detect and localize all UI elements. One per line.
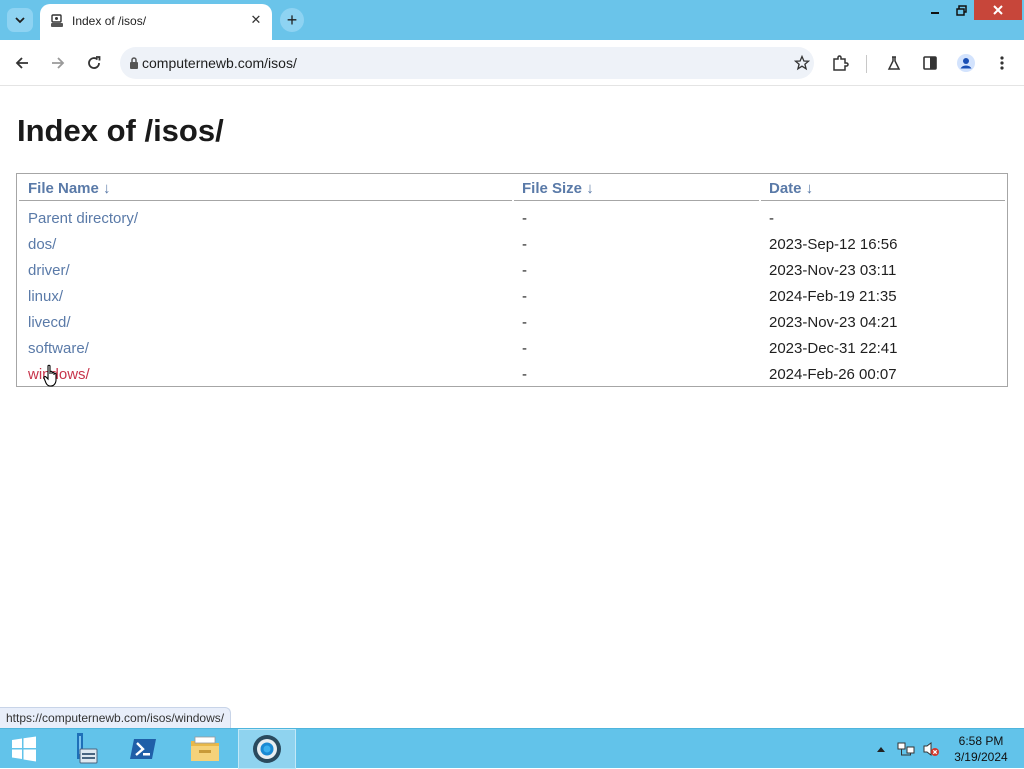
directory-link-software[interactable]: software/ <box>28 340 89 357</box>
close-icon[interactable]: ✕ <box>248 12 264 28</box>
reload-icon[interactable] <box>82 51 106 75</box>
file-size: - <box>522 313 527 331</box>
address-bar[interactable]: computernewb.com/isos/ <box>120 47 814 79</box>
file-date: 2023-Nov-23 03:11 <box>769 261 897 279</box>
clock-date: 3/19/2024 <box>954 750 1008 764</box>
table-row: driver/ - 2023-Nov-23 03:11 <box>19 257 1005 283</box>
file-explorer-icon[interactable] <box>176 729 234 769</box>
profile-icon[interactable] <box>954 51 978 75</box>
star-icon[interactable] <box>794 55 810 71</box>
window-close-icon[interactable] <box>974 0 1022 20</box>
labs-icon[interactable] <box>882 51 906 75</box>
file-size: - <box>522 235 527 253</box>
file-size: - <box>522 287 527 305</box>
directory-link-dos[interactable]: dos/ <box>28 236 56 253</box>
tab-strip: Index of /isos/ ✕ + <box>0 0 1024 40</box>
chrome-icon[interactable] <box>238 729 296 769</box>
plus-icon[interactable]: + <box>280 8 304 32</box>
hand-cursor-icon <box>43 364 57 387</box>
file-size: - <box>522 339 527 357</box>
sort-by-date-link[interactable]: Date ↓ <box>769 180 813 197</box>
minimize-icon[interactable] <box>922 0 948 20</box>
lock-icon[interactable] <box>128 56 140 70</box>
table-row: software/ - 2023-Dec-31 22:41 <box>19 335 1005 361</box>
table-row: dos/ - 2023-Sep-12 16:56 <box>19 231 1005 257</box>
tab-active[interactable]: Index of /isos/ ✕ <box>40 4 272 40</box>
directory-link-driver[interactable]: driver/ <box>28 262 70 279</box>
side-panel-icon[interactable] <box>918 51 942 75</box>
page-title: Index of /isos/ <box>17 113 224 148</box>
back-icon[interactable] <box>10 51 34 75</box>
column-header-file-name[interactable]: File Name ↓ <box>19 176 512 201</box>
tab-title: Index of /isos/ <box>72 14 147 28</box>
column-header-file-size[interactable]: File Size ↓ <box>514 176 759 201</box>
file-size: - <box>522 261 527 279</box>
server-manager-icon[interactable] <box>52 729 110 769</box>
parent-directory-link[interactable]: Parent directory/ <box>28 210 138 227</box>
table-row: linux/ - 2024-Feb-19 21:35 <box>19 283 1005 309</box>
tab-search-icon[interactable] <box>7 8 33 32</box>
link-status-bubble: https://computernewb.com/isos/windows/ <box>0 707 232 728</box>
tray-overflow-icon[interactable] <box>874 729 888 769</box>
browser-toolbar: computernewb.com/isos/ <box>0 40 1024 86</box>
clock-time: 6:58 PM <box>958 734 1004 748</box>
forward-icon[interactable] <box>46 51 70 75</box>
file-listing: File Name ↓ File Size ↓ Date ↓ Parent di… <box>16 173 1008 387</box>
sort-by-size-link[interactable]: File Size ↓ <box>522 180 594 197</box>
sort-by-name-link[interactable]: File Name ↓ <box>28 180 111 197</box>
taskbar-clock[interactable]: 6:58 PM 3/19/2024 <box>942 733 1020 765</box>
volume-muted-icon[interactable] <box>920 729 942 769</box>
menu-icon[interactable] <box>990 51 1014 75</box>
toolbar-divider <box>866 55 867 73</box>
file-size: - <box>522 365 527 383</box>
file-size: - <box>522 209 527 227</box>
directory-link-linux[interactable]: linux/ <box>28 288 63 305</box>
table-row: livecd/ - 2023-Nov-23 04:21 <box>19 309 1005 335</box>
taskbar: 6:58 PM 3/19/2024 <box>0 728 1024 769</box>
powershell-icon[interactable] <box>114 729 172 769</box>
extensions-icon[interactable] <box>828 51 852 75</box>
network-icon[interactable] <box>894 729 918 769</box>
restore-icon[interactable] <box>948 0 974 20</box>
file-date: 2023-Nov-23 04:21 <box>769 313 898 331</box>
favicon-icon <box>51 14 63 27</box>
file-date: 2023-Dec-31 22:41 <box>769 339 898 357</box>
directory-link-livecd[interactable]: livecd/ <box>28 314 71 331</box>
file-date: 2024-Feb-26 00:07 <box>769 365 897 383</box>
column-header-date[interactable]: Date ↓ <box>761 176 1005 201</box>
file-date: - <box>769 209 774 227</box>
windows-start-icon[interactable] <box>0 729 48 769</box>
url-text[interactable]: computernewb.com/isos/ <box>142 55 297 71</box>
file-date: 2024-Feb-19 21:35 <box>769 287 897 305</box>
table-row: Parent directory/ - - <box>19 201 1005 231</box>
table-row: windows/ - 2024-Feb-26 00:07 <box>19 361 1005 387</box>
file-date: 2023-Sep-12 16:56 <box>769 235 898 253</box>
